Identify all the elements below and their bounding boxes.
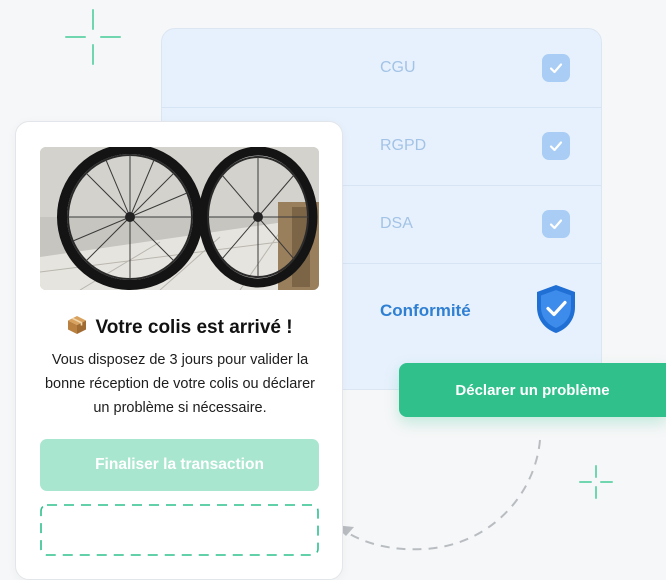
curved-arrow-icon — [334, 439, 541, 551]
declare-problem-button[interactable]: Déclarer un problème — [399, 363, 666, 417]
card-title-text: Votre colis est arrivé ! — [95, 317, 293, 338]
sparkle-icon — [579, 465, 613, 499]
product-photo — [40, 147, 319, 290]
compliance-row-cgu: CGU — [162, 29, 601, 108]
checkbox-checked-icon — [542, 54, 570, 82]
conformite-label: Conformité — [380, 301, 471, 320]
package-icon — [68, 316, 87, 334]
compliance-label: DSA — [380, 215, 413, 232]
checkbox-checked-icon — [542, 210, 570, 238]
card-description: Vous disposez de 3 jours pour valider la… — [44, 352, 316, 416]
card-title: Votre colis est arrivé ! — [16, 315, 344, 339]
compliance-label: RGPD — [380, 137, 427, 154]
compliance-label: CGU — [380, 59, 416, 76]
shield-check-icon — [537, 285, 575, 333]
drop-zone[interactable] — [40, 504, 319, 556]
sparkle-icon — [65, 9, 121, 65]
checkbox-checked-icon — [542, 132, 570, 160]
package-arrived-card: Votre colis est arrivé ! Vous disposez d… — [15, 121, 343, 580]
finalize-transaction-button[interactable]: Finaliser la transaction — [40, 439, 319, 491]
